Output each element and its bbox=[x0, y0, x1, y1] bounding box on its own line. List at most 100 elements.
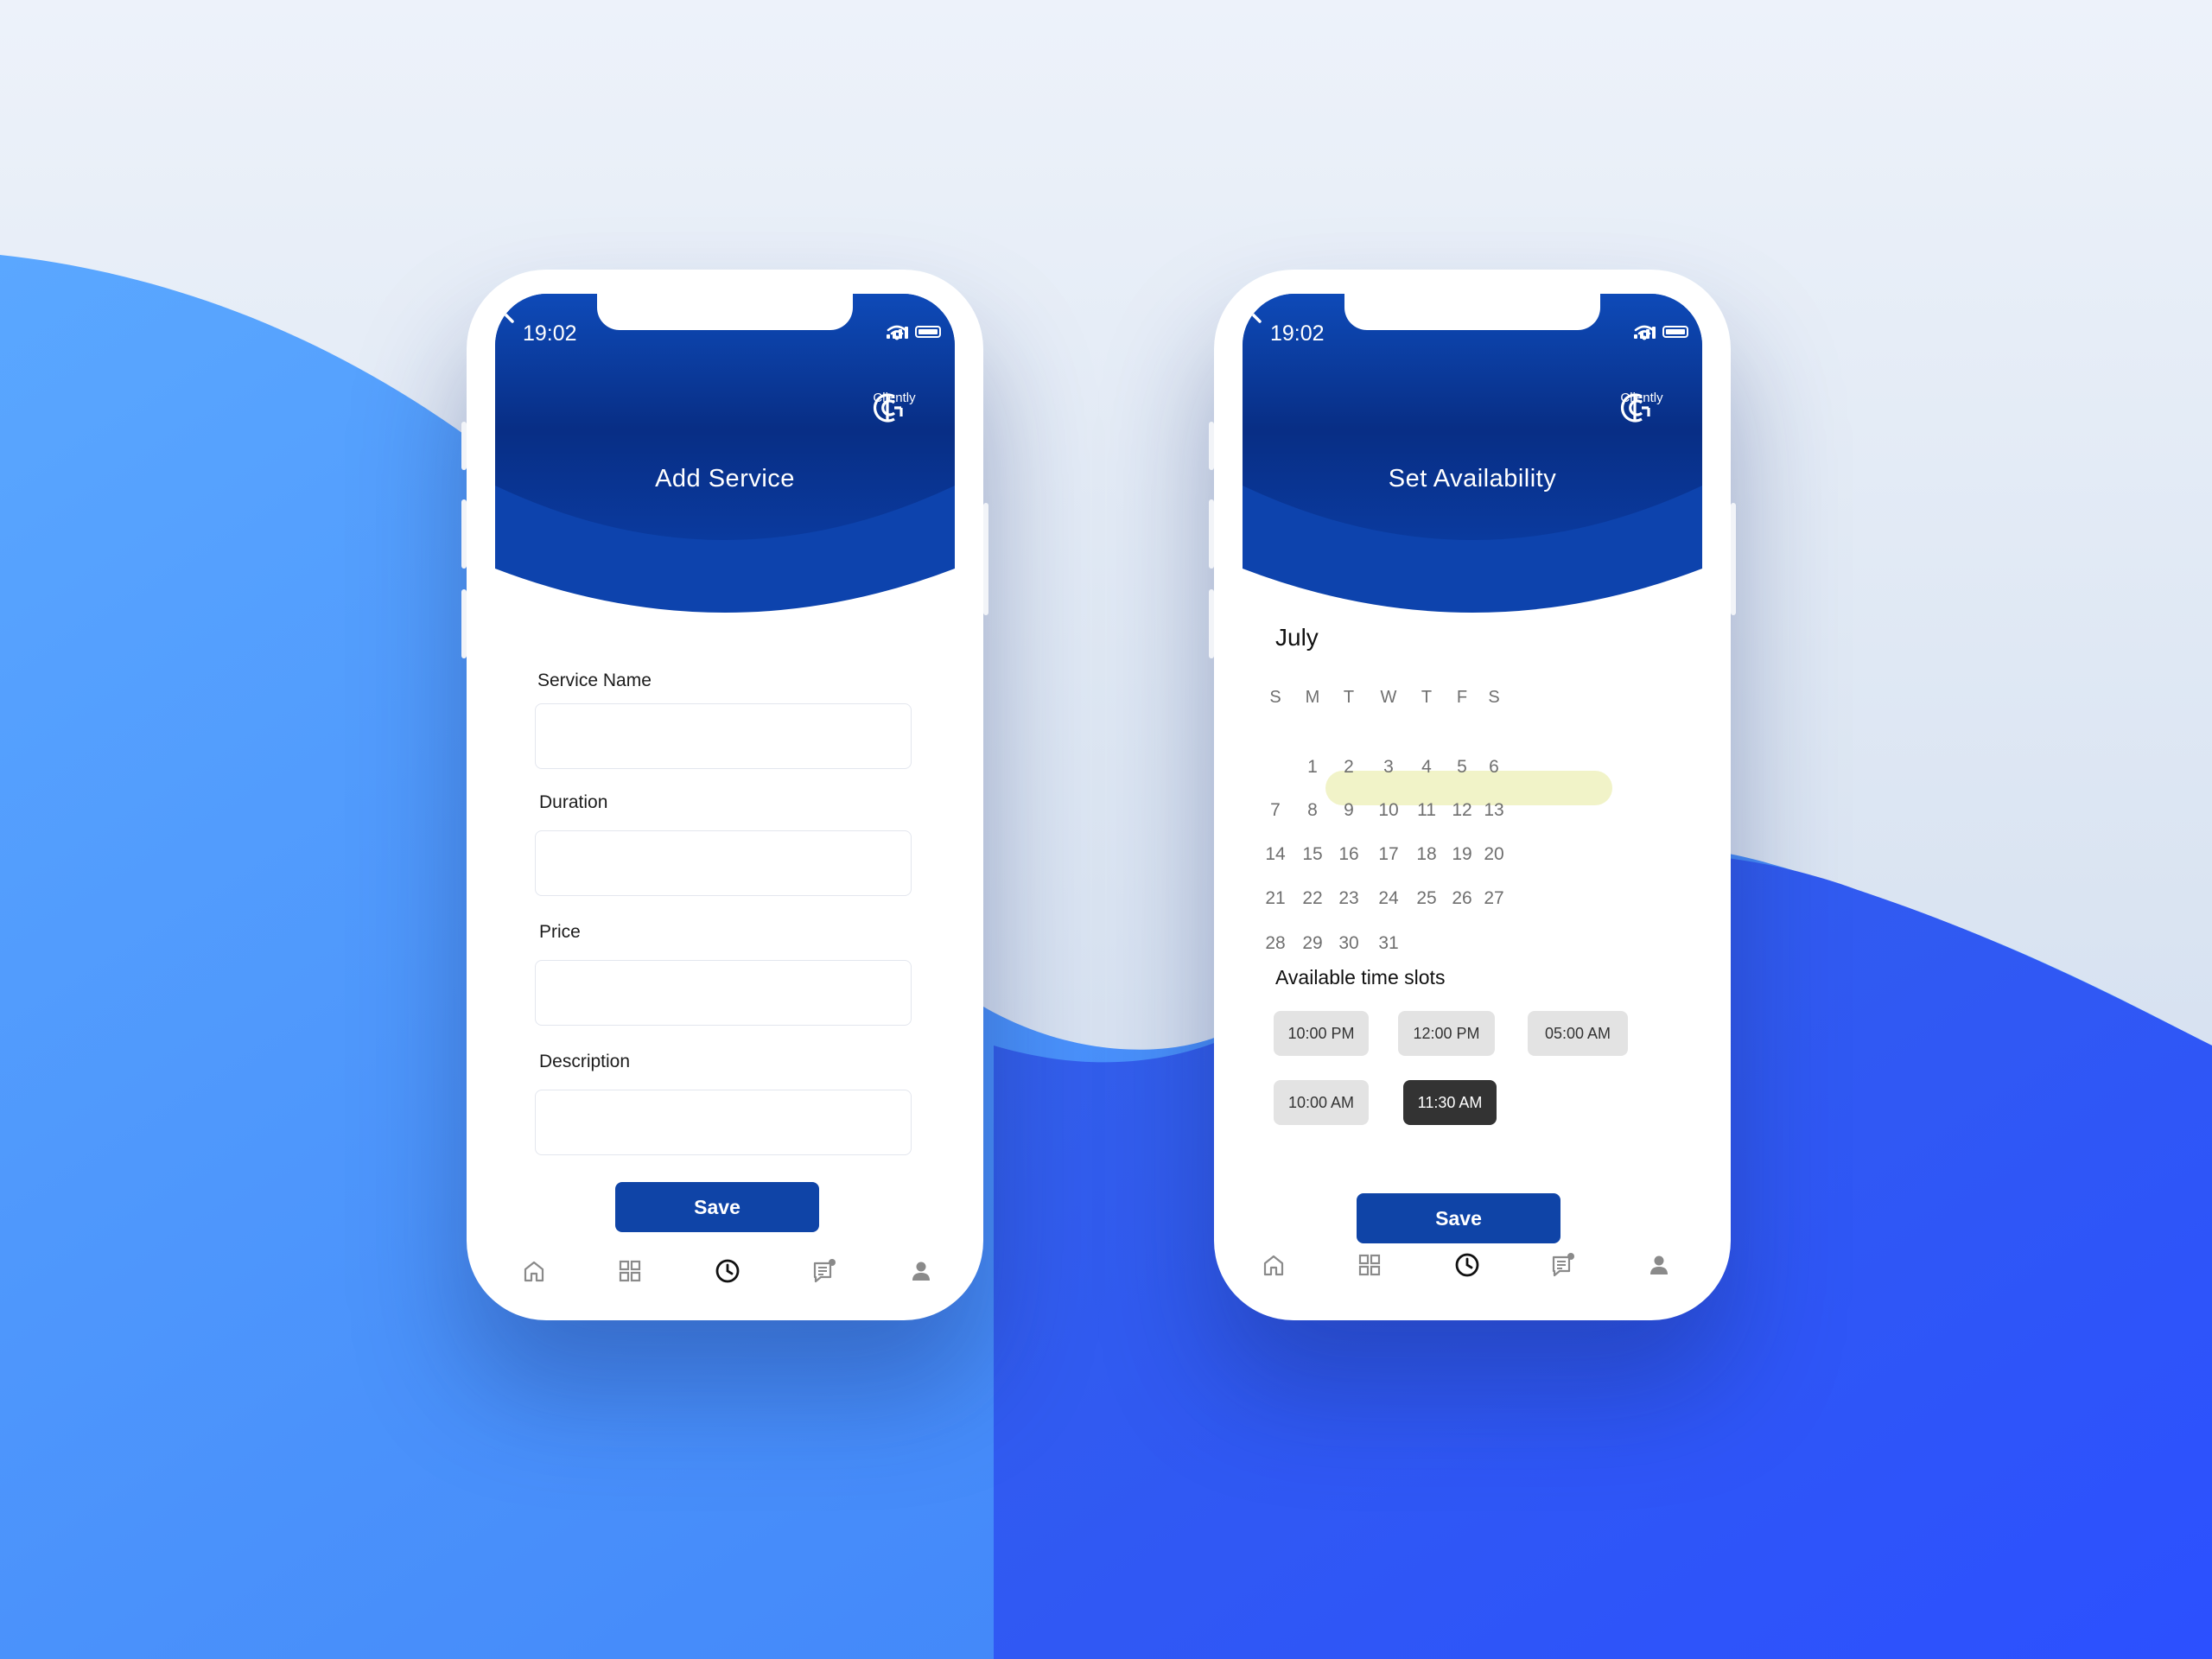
background bbox=[0, 0, 2212, 1659]
home-icon[interactable] bbox=[1260, 1251, 1287, 1279]
calendar-day[interactable]: 28 bbox=[1256, 933, 1294, 954]
calendar-day[interactable]: 20 bbox=[1475, 844, 1513, 865]
notch bbox=[597, 294, 853, 330]
calendar-day[interactable]: 13 bbox=[1475, 800, 1513, 821]
header: 19:02 Cliently Set Availability bbox=[1243, 294, 1702, 657]
calendar-day[interactable]: 10 bbox=[1370, 800, 1408, 821]
phone-side-button bbox=[461, 589, 467, 658]
calendar-month: July bbox=[1275, 624, 1319, 651]
back-arrow-icon[interactable] bbox=[495, 294, 521, 328]
calendar-day[interactable]: 17 bbox=[1370, 844, 1408, 865]
calendar-day[interactable]: 2 bbox=[1330, 757, 1368, 778]
notch bbox=[1344, 294, 1600, 330]
calendar-day[interactable]: 25 bbox=[1408, 888, 1446, 909]
calendar-day[interactable]: 30 bbox=[1330, 933, 1368, 954]
screen: 19:02 Cliently Set Availability July S M T… bbox=[1243, 294, 1702, 1296]
save-button[interactable]: Save bbox=[615, 1182, 819, 1232]
weekday-label: M bbox=[1305, 688, 1320, 707]
page-title: Add Service bbox=[655, 465, 795, 493]
clock-icon[interactable] bbox=[1453, 1251, 1481, 1279]
calendar-day[interactable]: 21 bbox=[1256, 888, 1294, 909]
weekday-label: S bbox=[1488, 688, 1500, 707]
time-slot-button[interactable]: 11:30 AM bbox=[1403, 1080, 1497, 1125]
phone-side-button bbox=[1209, 589, 1214, 658]
calendar-day[interactable]: 8 bbox=[1294, 800, 1332, 821]
phone-set-availability: 19:02 Cliently Set Availability July S M T… bbox=[1209, 270, 1736, 1320]
calendar-day[interactable]: 31 bbox=[1370, 933, 1408, 954]
clock-icon[interactable] bbox=[714, 1257, 741, 1285]
save-button[interactable]: Save bbox=[1357, 1193, 1560, 1243]
calendar-day[interactable]: 1 bbox=[1294, 757, 1332, 778]
phone-add-service: 19:02 Cliently Add Service Service Name … bbox=[461, 270, 988, 1320]
weekday-label: F bbox=[1456, 688, 1468, 707]
calendar-day[interactable]: 16 bbox=[1330, 844, 1368, 865]
weekday-label: T bbox=[1343, 688, 1355, 707]
description-label: Description bbox=[539, 1052, 631, 1071]
weekday-label: T bbox=[1421, 688, 1433, 707]
cliently-logo-icon bbox=[1620, 393, 1650, 423]
description-input[interactable] bbox=[536, 1090, 911, 1154]
status-time: 19:02 bbox=[523, 321, 577, 346]
chat-icon[interactable] bbox=[1549, 1251, 1577, 1279]
cliently-logo: Cliently bbox=[868, 389, 920, 423]
calendar-day[interactable]: 9 bbox=[1330, 800, 1368, 821]
back-arrow-icon[interactable] bbox=[1243, 294, 1268, 328]
grid-icon[interactable] bbox=[1356, 1251, 1383, 1279]
time-slot-button[interactable]: 12:00 PM bbox=[1398, 1011, 1495, 1056]
duration-label: Duration bbox=[539, 792, 608, 812]
calendar-day[interactable]: 29 bbox=[1294, 933, 1332, 954]
page-title: Set Availability bbox=[1388, 465, 1557, 493]
cliently-logo: Cliently bbox=[1616, 389, 1668, 423]
price-input[interactable] bbox=[536, 961, 911, 1025]
phone-side-button bbox=[1209, 422, 1214, 470]
calendar-day[interactable]: 27 bbox=[1475, 888, 1513, 909]
screen: 19:02 Cliently Add Service Service Name … bbox=[495, 294, 955, 1296]
time-slot-button[interactable]: 05:00 AM bbox=[1528, 1011, 1628, 1056]
status-bar-icons bbox=[887, 325, 941, 340]
calendar-day[interactable]: 4 bbox=[1408, 757, 1446, 778]
status-time: 19:02 bbox=[1270, 321, 1325, 346]
phone-side-button bbox=[461, 422, 467, 470]
status-bar-icons bbox=[1634, 325, 1688, 340]
wifi-icon bbox=[1634, 325, 1655, 340]
service-name-label: Service Name bbox=[537, 671, 652, 690]
description-field[interactable] bbox=[535, 1090, 912, 1155]
weekday-label: S bbox=[1269, 688, 1281, 707]
calendar-day[interactable]: 15 bbox=[1294, 844, 1332, 865]
wifi-icon bbox=[887, 325, 907, 340]
price-field[interactable] bbox=[535, 960, 912, 1026]
time-slots-title: Available time slots bbox=[1275, 966, 1446, 988]
service-name-field[interactable] bbox=[535, 703, 912, 769]
weekday-label: W bbox=[1380, 688, 1397, 707]
battery-icon bbox=[915, 326, 941, 338]
home-icon[interactable] bbox=[520, 1257, 548, 1285]
calendar-day[interactable]: 14 bbox=[1256, 844, 1294, 865]
price-label: Price bbox=[539, 922, 581, 942]
phone-side-button bbox=[983, 503, 988, 615]
calendar-day[interactable]: 3 bbox=[1370, 757, 1408, 778]
grid-icon[interactable] bbox=[616, 1257, 644, 1285]
profile-icon[interactable] bbox=[1645, 1251, 1673, 1279]
cliently-logo-icon bbox=[873, 393, 903, 423]
battery-icon bbox=[1662, 326, 1688, 338]
service-name-input[interactable] bbox=[536, 704, 911, 768]
profile-icon[interactable] bbox=[907, 1257, 935, 1285]
time-slot-button[interactable]: 10:00 AM bbox=[1274, 1080, 1369, 1125]
duration-input[interactable] bbox=[536, 831, 911, 895]
phone-side-button bbox=[1731, 503, 1736, 615]
bottom-nav bbox=[1243, 1251, 1702, 1286]
phone-side-button bbox=[461, 499, 467, 569]
calendar-day[interactable]: 18 bbox=[1408, 844, 1446, 865]
calendar-day[interactable]: 7 bbox=[1256, 800, 1294, 821]
duration-field[interactable] bbox=[535, 830, 912, 896]
bottom-nav bbox=[495, 1257, 955, 1292]
header: 19:02 Cliently Add Service bbox=[495, 294, 955, 657]
calendar-day[interactable]: 22 bbox=[1294, 888, 1332, 909]
time-slot-button[interactable]: 10:00 PM bbox=[1274, 1011, 1369, 1056]
calendar-day[interactable]: 11 bbox=[1408, 800, 1446, 821]
chat-icon[interactable] bbox=[810, 1257, 838, 1285]
calendar-day[interactable]: 24 bbox=[1370, 888, 1408, 909]
calendar-day[interactable]: 23 bbox=[1330, 888, 1368, 909]
phone-side-button bbox=[1209, 499, 1214, 569]
calendar-day[interactable]: 6 bbox=[1475, 757, 1513, 778]
